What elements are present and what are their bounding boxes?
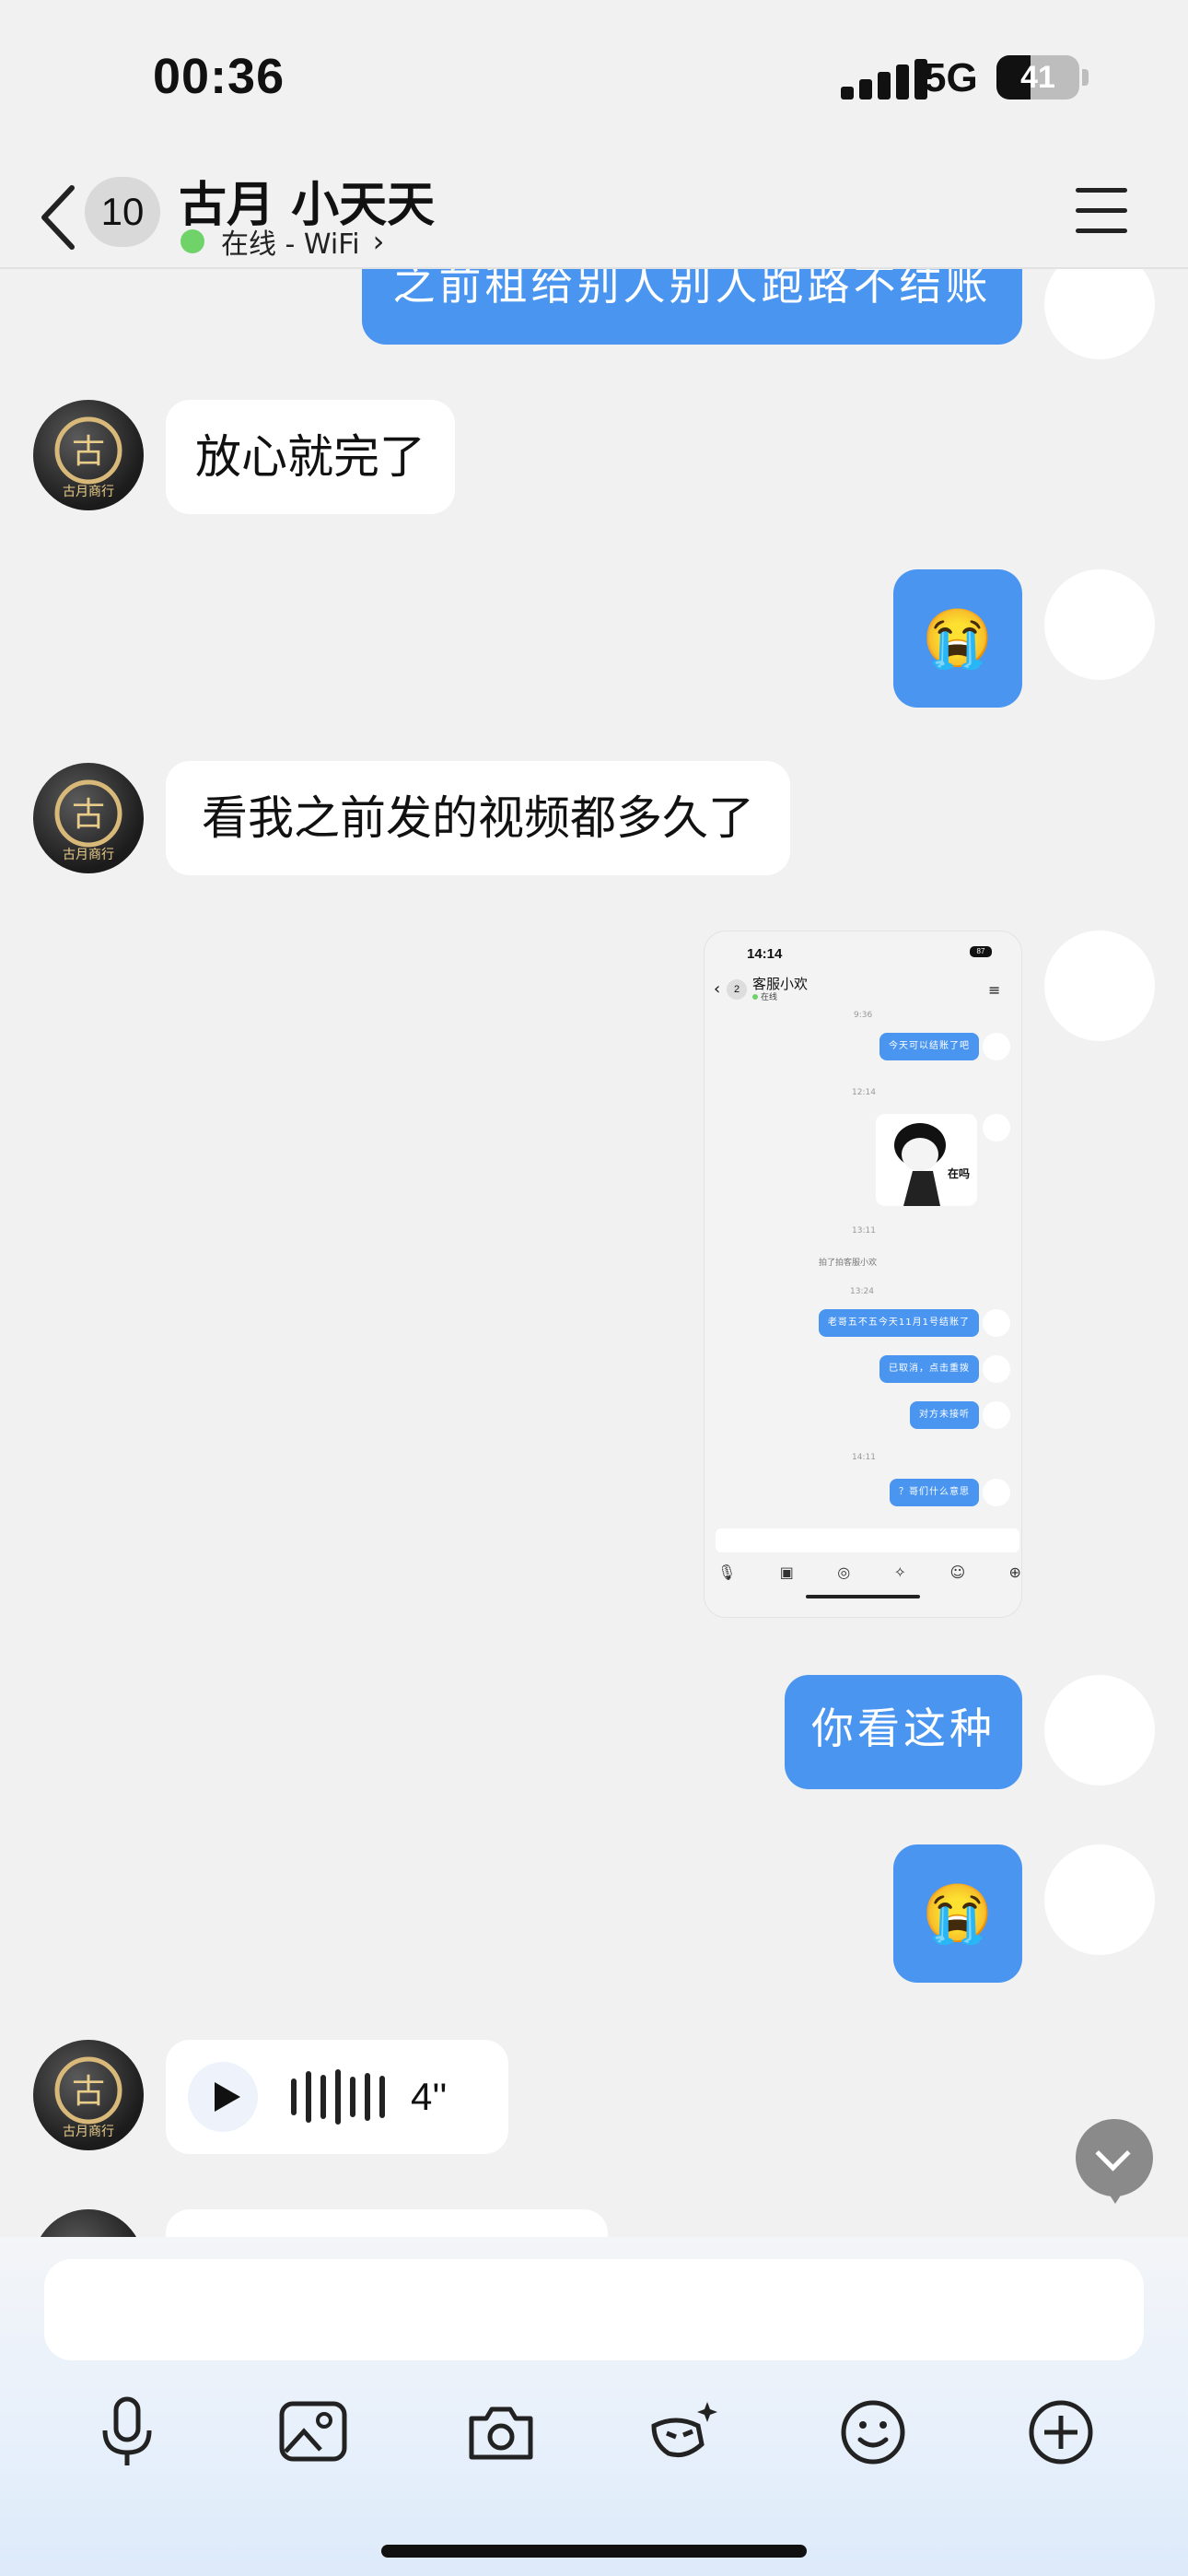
image-input (716, 1528, 1019, 1552)
image-bubble: 老哥五不五今天11月1号结账了 (818, 1309, 979, 1337)
image-bubble: 对方未接听 (910, 1401, 979, 1429)
contact-avatar[interactable]: 古 古月商行 (33, 2040, 144, 2150)
microphone-icon[interactable] (81, 2377, 173, 2488)
image-timestamp: 14:11 (852, 1453, 876, 1462)
smile-icon[interactable] (827, 2377, 919, 2488)
image-icon[interactable] (267, 2377, 359, 2488)
guyue-logo-icon: 古 古月商行 (54, 2056, 122, 2139)
composer-toolbar (0, 2377, 1188, 2488)
guyue-logo-icon: 古 古月商行 (54, 416, 122, 499)
message-text: 你看这种 (811, 1704, 996, 1753)
battery-level: 41 (1020, 60, 1055, 95)
logo-glyph: 古 (72, 433, 105, 471)
image-menu-icon: ≡ (988, 981, 1001, 999)
image-home-indicator (806, 1595, 920, 1598)
battery-icon: 41 (996, 55, 1079, 100)
image-note: 拍了拍客服小欢 (819, 1259, 878, 1268)
image-avatar (983, 1355, 1010, 1383)
image-bubble: ？哥们什么意思 (890, 1479, 979, 1506)
image-timestamp: 13:11 (852, 1226, 876, 1235)
camera-icon[interactable] (455, 2377, 547, 2488)
message-emoji: 😭 (922, 1879, 994, 1947)
image-presence: 在线 (752, 990, 777, 1002)
battery-cap (1082, 69, 1089, 86)
home-indicator[interactable] (381, 2545, 807, 2558)
my-avatar[interactable] (1044, 569, 1155, 680)
contact-avatar[interactable]: 古 古月商行 (33, 763, 144, 873)
image-avatar (983, 1033, 1010, 1060)
my-avatar[interactable] (1044, 931, 1155, 1041)
contact-avatar[interactable] (33, 2209, 144, 2237)
logo-glyph: 古 (72, 796, 105, 834)
message-bubble-outgoing[interactable]: 你看这种 (785, 1675, 1022, 1789)
message-text: 放心就完了 (195, 430, 425, 484)
image-timestamp: 12:14 (852, 1088, 876, 1097)
image-battery: 87 (970, 946, 992, 957)
image-back-icon: ‹ (714, 979, 721, 999)
network-label: 5G (924, 55, 978, 100)
message-bubble-outgoing[interactable]: 之前租给别人别人跑路不结账 (362, 267, 1022, 345)
message-input[interactable] (44, 2259, 1144, 2360)
image-avatar (983, 1114, 1010, 1142)
plus-circle-icon[interactable] (1015, 2377, 1107, 2488)
image-timestamp: 13:24 (850, 1287, 874, 1296)
image-avatar (983, 1309, 1010, 1337)
presence-label: 在线 - WiFi (221, 228, 360, 261)
composer (0, 2237, 1188, 2576)
online-dot-icon (181, 229, 204, 253)
message-bubble-outgoing[interactable]: 😭 (893, 569, 1022, 708)
chevron-right-icon: › (372, 224, 385, 259)
image-avatar (983, 1401, 1010, 1429)
image-avatar (983, 1479, 1010, 1506)
logo-glyph: 古 (72, 2073, 105, 2111)
scroll-to-bottom-button[interactable] (1076, 2119, 1153, 2204)
message-bubble-incoming[interactable] (166, 2209, 608, 2237)
voice-message[interactable]: 4'' (166, 2040, 508, 2154)
image-badge: 2 (727, 979, 747, 1000)
my-avatar[interactable] (1044, 1844, 1155, 1955)
contact-avatar[interactable]: 古 古月商行 (33, 400, 144, 510)
my-avatar[interactable] (1044, 267, 1155, 359)
status-bar: 00:36 5G 41 (0, 0, 1188, 166)
image-bubble: 今天可以结账了吧 (879, 1033, 979, 1060)
logo-caption: 古月商行 (63, 485, 114, 499)
logo-caption: 古月商行 (63, 848, 114, 862)
image-status-time: 14:14 (747, 946, 783, 962)
message-text: 看我之前发的视频都多久了 (202, 791, 754, 845)
menu-icon[interactable] (1076, 186, 1127, 234)
waveform-icon (291, 2065, 385, 2129)
status-time: 00:36 (153, 49, 285, 104)
magic-mask-icon[interactable] (639, 2377, 731, 2488)
play-icon[interactable] (188, 2062, 258, 2132)
message-emoji: 😭 (922, 604, 994, 672)
message-bubble-incoming[interactable]: 放心就完了 (166, 400, 455, 514)
image-toolbar: 🎙 ▣ ◎ ✧ ☺ ⊕ (717, 1563, 1021, 1581)
presence-status[interactable]: 在线 - WiFi › (181, 221, 384, 262)
voice-duration: 4'' (411, 2075, 448, 2118)
my-avatar[interactable] (1044, 1675, 1155, 1786)
chat-list[interactable]: 之前租给别人别人跑路不结账 古 古月商行 放心就完了 😭 古 古月商行 看我之前… (0, 267, 1188, 2237)
message-text: 之前租给别人别人跑路不结账 (392, 267, 992, 310)
back-chevron-icon[interactable] (35, 182, 90, 252)
message-image[interactable]: 14:14 87 ‹ 2 客服小欢 在线 ≡ 9:36 今天可以结账了吧 12:… (704, 931, 1022, 1618)
image-timestamp: 9:36 (854, 1011, 873, 1020)
chat-header: 10 古月 小天天 在线 - WiFi › (0, 166, 1188, 269)
guyue-logo-icon: 古 古月商行 (54, 779, 122, 862)
sticker-text: 在吗 (948, 1167, 971, 1180)
image-sticker: 在吗 (876, 1114, 977, 1206)
image-bubble: 已取消，点击重拨 (879, 1355, 979, 1383)
logo-caption: 古月商行 (63, 2125, 114, 2139)
message-bubble-outgoing[interactable]: 😭 (893, 1844, 1022, 1983)
message-bubble-incoming[interactable]: 看我之前发的视频都多久了 (166, 761, 790, 875)
unread-count-badge[interactable]: 10 (85, 177, 160, 247)
